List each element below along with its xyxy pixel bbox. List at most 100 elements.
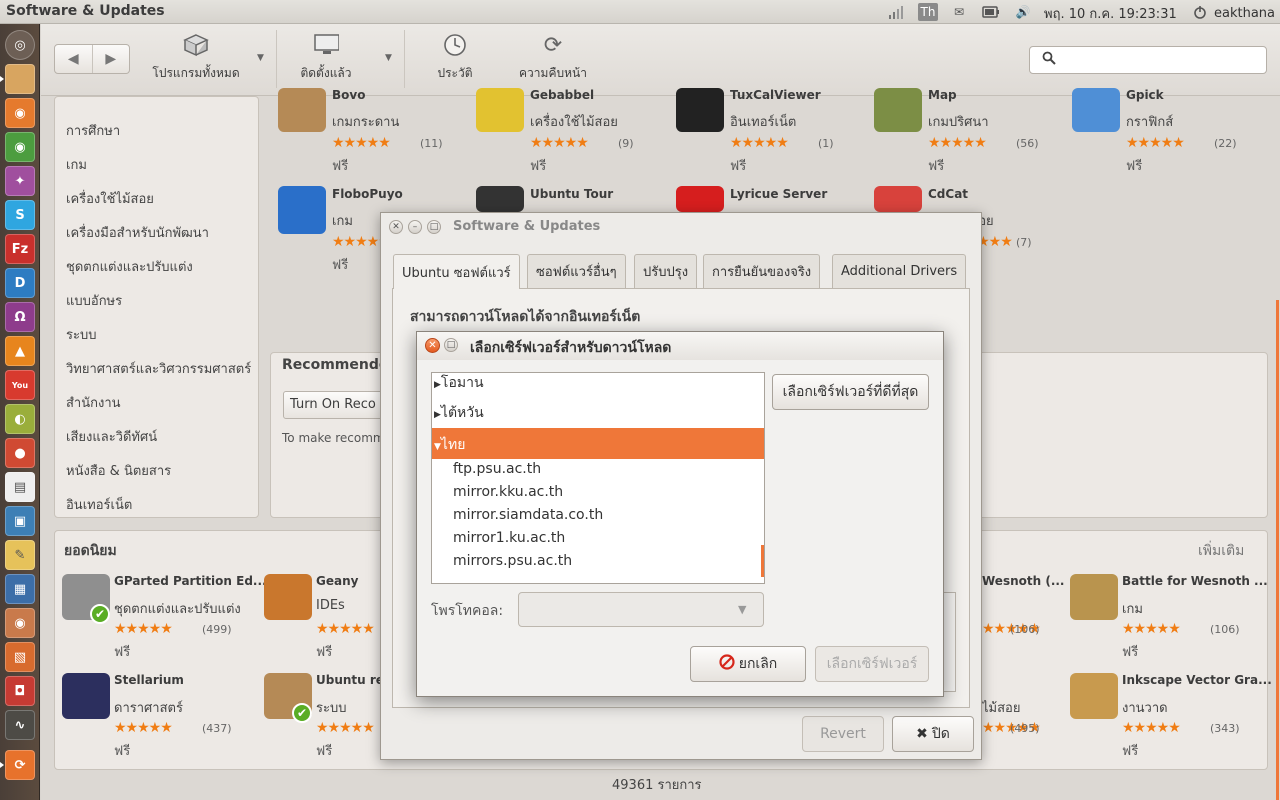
- vlc-icon[interactable]: ▲: [5, 336, 35, 366]
- filezilla-icon[interactable]: Fz: [5, 234, 35, 264]
- keyboard-layout-indicator[interactable]: Th: [918, 3, 938, 21]
- tab-other-software[interactable]: ซอฟต์แวร์อื่นๆ: [527, 254, 626, 288]
- firefox-icon[interactable]: ◉: [5, 98, 35, 128]
- monitor-icon[interactable]: ∿: [5, 710, 35, 740]
- chrome-icon[interactable]: ◉: [5, 132, 35, 162]
- maximize-icon[interactable]: □: [427, 220, 441, 234]
- app-name[interactable]: GParted Partition Ed...: [114, 574, 267, 588]
- history-button[interactable]: ประวัติ: [420, 32, 490, 88]
- category-item[interactable]: วิทยาศาสตร์และวิศวกรรมศาสตร์: [66, 358, 251, 379]
- tab-updates[interactable]: ปรับปรุง: [634, 254, 698, 288]
- app-name[interactable]: Bovo: [332, 88, 365, 102]
- headphones-icon[interactable]: Ω: [5, 302, 35, 332]
- app-name[interactable]: Gpick: [1126, 88, 1164, 102]
- app-name[interactable]: CdCat: [928, 187, 968, 201]
- app-name[interactable]: Inkscape Vector Gra...: [1122, 673, 1272, 687]
- category-item[interactable]: ระบบ: [66, 324, 96, 345]
- app-icon[interactable]: [278, 88, 326, 132]
- app-icon[interactable]: [1072, 88, 1120, 132]
- more-link[interactable]: เพิ่มเติม: [1198, 540, 1244, 562]
- tab-additional-drivers[interactable]: Additional Drivers: [832, 254, 967, 288]
- app-name[interactable]: Ubuntu Tour: [530, 187, 613, 201]
- app-icon[interactable]: [874, 186, 922, 212]
- category-item[interactable]: เครื่องใช้ไม้สอย: [66, 188, 154, 209]
- app-d-icon[interactable]: D: [5, 268, 35, 298]
- mirror-item[interactable]: mirrors.psu.ac.th: [453, 553, 572, 569]
- choose-server-button[interactable]: เลือกเซิร์ฟเวอร์: [815, 646, 929, 682]
- close-icon[interactable]: ✕: [389, 220, 403, 234]
- app-name[interactable]: Wesnoth (...: [982, 574, 1065, 588]
- tab-ubuntu-software[interactable]: Ubuntu ซอฟต์แวร์: [393, 254, 520, 289]
- tree-scrollbar[interactable]: [761, 545, 764, 577]
- revert-button[interactable]: Revert: [802, 716, 884, 752]
- mirror-item[interactable]: mirror.kku.ac.th: [453, 484, 563, 500]
- app-icon[interactable]: [476, 88, 524, 132]
- select-best-server-button[interactable]: เลือกเซิร์ฟเวอร์ที่ดีที่สุด: [772, 374, 929, 410]
- app-icon[interactable]: ✦: [5, 166, 35, 196]
- app-name[interactable]: Map: [928, 88, 957, 102]
- software-updates-icon[interactable]: ⟳: [0, 750, 35, 780]
- category-item[interactable]: สำนักงาน: [66, 392, 121, 413]
- app-icon[interactable]: [278, 186, 326, 234]
- protocol-select[interactable]: [518, 592, 764, 627]
- app-icon[interactable]: ▦: [5, 574, 35, 604]
- youtube-icon[interactable]: You: [5, 370, 35, 400]
- minimize-icon[interactable]: –: [408, 220, 422, 234]
- skype-icon[interactable]: S: [5, 200, 35, 230]
- category-item[interactable]: หนังสือ & นิตยสาร: [66, 460, 171, 481]
- tab-authentication[interactable]: การยืนยันของจริง: [703, 254, 821, 288]
- search-input[interactable]: [1029, 46, 1267, 74]
- ubuntu-icon[interactable]: ◎: [5, 30, 35, 60]
- category-item[interactable]: เครื่องมือสำหรับนักพัฒนา: [66, 222, 209, 243]
- app-icon[interactable]: [1070, 673, 1118, 719]
- power-icon[interactable]: [1190, 3, 1210, 21]
- mail-icon[interactable]: ✉: [948, 3, 970, 21]
- username[interactable]: eakthana: [1214, 4, 1275, 22]
- close-icon[interactable]: ✕: [425, 338, 440, 353]
- text-editor-icon[interactable]: ▤: [5, 472, 35, 502]
- app-name[interactable]: Stellarium: [114, 673, 184, 687]
- app-icon[interactable]: ▣: [5, 506, 35, 536]
- app-icon[interactable]: ◐: [5, 404, 35, 434]
- app-name[interactable]: TuxCalViewer: [730, 88, 821, 102]
- notes-icon[interactable]: ✎: [5, 540, 35, 570]
- all-software-button[interactable]: โปรแกรมทั้งหมด: [148, 32, 244, 88]
- app-name[interactable]: Geany: [316, 574, 358, 588]
- app-icon[interactable]: ●: [5, 438, 35, 468]
- app-name[interactable]: Gebabbel: [530, 88, 594, 102]
- turn-on-recommendations-button[interactable]: Turn On Reco: [283, 391, 383, 419]
- volume-icon[interactable]: 🔊: [1012, 3, 1034, 21]
- chevron-down-icon[interactable]: ▼: [385, 53, 392, 63]
- tree-row-country-selected[interactable]: ▼ไทย: [432, 428, 764, 459]
- app-icon[interactable]: [676, 186, 724, 212]
- app-icon[interactable]: ◘: [5, 676, 35, 706]
- tree-row-country[interactable]: ▶โอมาน: [432, 372, 764, 392]
- app-icon[interactable]: [62, 673, 110, 719]
- cancel-button[interactable]: ยกเลิก: [690, 646, 806, 682]
- battery-icon[interactable]: [980, 3, 1002, 21]
- category-item[interactable]: เสียงและวิดีทัศน์: [66, 426, 157, 447]
- app-name[interactable]: FloboPuyo: [332, 187, 403, 201]
- signal-icon[interactable]: [886, 3, 906, 21]
- maximize-icon[interactable]: □: [444, 338, 458, 352]
- app-icon[interactable]: [264, 574, 312, 620]
- chevron-down-icon[interactable]: ▼: [257, 53, 264, 63]
- eye-icon[interactable]: ◉: [5, 608, 35, 638]
- mirror-item[interactable]: ftp.psu.ac.th: [453, 461, 541, 477]
- tree-row-country[interactable]: ▶ไต้หวัน: [432, 400, 764, 424]
- close-button[interactable]: ✖ ปิด: [892, 716, 974, 752]
- clock[interactable]: พฤ. 10 ก.ค. 19:23:31: [1044, 4, 1177, 22]
- back-icon[interactable]: ◀: [55, 45, 93, 73]
- progress-button[interactable]: ⟳ ความคืบหน้า: [510, 32, 596, 88]
- app-icon[interactable]: [1070, 574, 1118, 620]
- category-item[interactable]: อินเทอร์เน็ต: [66, 494, 132, 515]
- app-icon[interactable]: ▧: [5, 642, 35, 672]
- category-item[interactable]: การศึกษา: [66, 120, 120, 141]
- category-item[interactable]: แบบอักษร: [66, 290, 122, 311]
- app-icon[interactable]: [676, 88, 724, 132]
- mirror-item[interactable]: mirror1.ku.ac.th: [453, 530, 565, 546]
- category-item[interactable]: ชุดตกแต่งและปรับแต่ง: [66, 256, 193, 277]
- app-name[interactable]: Battle for Wesnoth ...: [1122, 574, 1268, 588]
- category-item[interactable]: เกม: [66, 154, 87, 175]
- mirror-item[interactable]: mirror.siamdata.co.th: [453, 507, 603, 523]
